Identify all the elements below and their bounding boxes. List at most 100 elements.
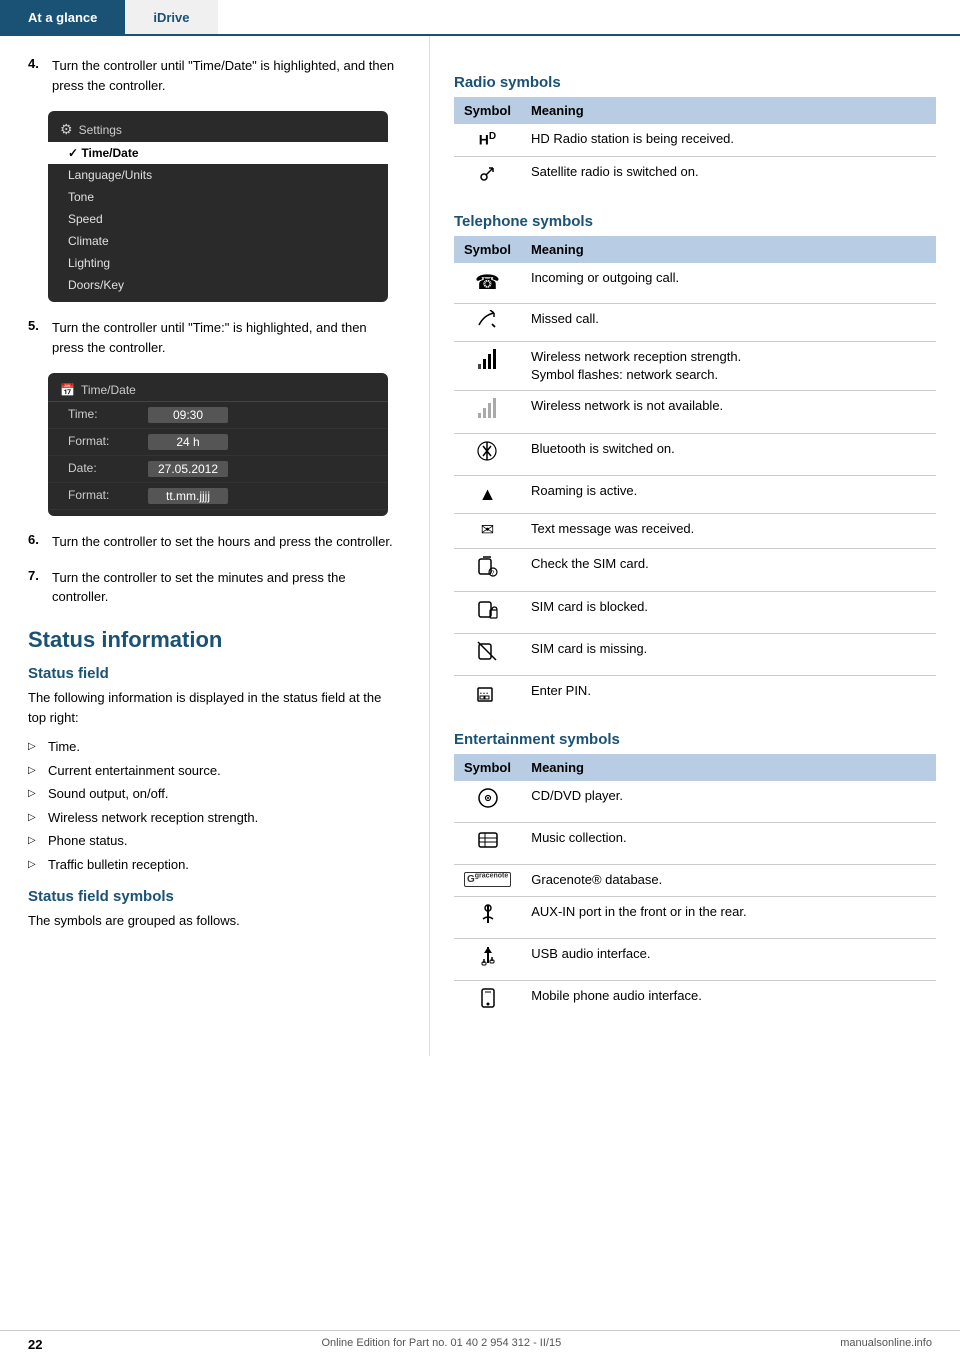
timedate-screenshot: 📅 Time/Date Time: 09:30 Format: 24 h Dat… bbox=[48, 373, 388, 516]
entertainment-symbols-title: Entertainment symbols bbox=[454, 731, 936, 748]
tel-meaning-wireless: Wireless network reception strength.Symb… bbox=[521, 342, 936, 391]
bullet-phone: Phone status. bbox=[28, 829, 401, 853]
cd-icon bbox=[477, 787, 499, 809]
tel-symbol-wireless bbox=[454, 342, 521, 391]
timedate-row-time: Time: 09:30 bbox=[48, 402, 388, 429]
tab-at-a-glance[interactable]: At a glance bbox=[0, 0, 125, 34]
ent-symbol-music bbox=[454, 823, 521, 865]
radio-symbols-table: Symbol Meaning HD HD Radio station is be… bbox=[454, 97, 936, 199]
step-7: 7. Turn the controller to set the minute… bbox=[28, 568, 401, 607]
ent-meaning-cd: CD/DVD player. bbox=[521, 781, 936, 823]
timedate-label-time: Time: bbox=[68, 407, 148, 423]
radio-col-symbol: Symbol bbox=[454, 97, 521, 124]
ent-row-cd: CD/DVD player. bbox=[454, 781, 936, 823]
settings-item-speed: Speed bbox=[48, 208, 388, 230]
tel-symbol-pin: • • • bbox=[454, 675, 521, 717]
status-field-symbols-para: The symbols are grouped as follows. bbox=[28, 911, 401, 932]
missed-call-icon bbox=[476, 310, 498, 328]
bullet-entertainment: Current entertainment source. bbox=[28, 759, 401, 783]
sim-missing-icon bbox=[476, 640, 498, 662]
step-5-num: 5. bbox=[28, 318, 48, 357]
timedate-value-time: 09:30 bbox=[148, 407, 228, 423]
ent-row-usb: USB audio interface. bbox=[454, 938, 936, 980]
tel-row-sms: ✉ Text message was received. bbox=[454, 513, 936, 548]
tel-symbol-sms: ✉ bbox=[454, 513, 521, 548]
page-footer: 22 Online Edition for Part no. 01 40 2 9… bbox=[0, 1330, 960, 1352]
settings-item-lang: Language/Units bbox=[48, 164, 388, 186]
tel-meaning-pin: Enter PIN. bbox=[521, 675, 936, 717]
enter-pin-icon: • • • bbox=[476, 682, 498, 704]
page-header: At a glance iDrive bbox=[0, 0, 960, 36]
settings-screenshot: ⚙ Settings Time/Date Language/Units Tone… bbox=[48, 111, 388, 302]
bullet-wireless: Wireless network reception strength. bbox=[28, 806, 401, 830]
radio-col-meaning: Meaning bbox=[521, 97, 936, 124]
ent-symbol-mobile bbox=[454, 981, 521, 1023]
settings-item-climate: Climate bbox=[48, 230, 388, 252]
ent-meaning-aux: AUX-IN port in the front or in the rear. bbox=[521, 896, 936, 938]
gear-icon: ⚙ bbox=[60, 121, 73, 138]
bullet-sound: Sound output, on/off. bbox=[28, 782, 401, 806]
timedate-row-date: Date: 27.05.2012 bbox=[48, 456, 388, 483]
check-sim-icon: ? bbox=[476, 555, 498, 577]
status-information-heading: Status information bbox=[28, 627, 401, 653]
tab-idrive-label: iDrive bbox=[153, 10, 189, 25]
tel-row-missed: Missed call. bbox=[454, 303, 936, 341]
tab-at-a-glance-label: At a glance bbox=[28, 10, 97, 25]
radio-meaning-satellite: Satellite radio is switched on. bbox=[521, 157, 936, 199]
telephone-symbols-title: Telephone symbols bbox=[454, 213, 936, 230]
music-icon bbox=[477, 829, 499, 851]
step-7-text: Turn the controller to set the minutes a… bbox=[52, 568, 401, 607]
tel-table-header: Symbol Meaning bbox=[454, 236, 936, 263]
tab-idrive[interactable]: iDrive bbox=[125, 0, 217, 34]
step-6-num: 6. bbox=[28, 532, 48, 552]
ent-col-meaning: Meaning bbox=[521, 754, 936, 781]
right-col-inner: Radio symbols Symbol Meaning HD HD Radio… bbox=[454, 56, 936, 1022]
tel-meaning-sms: Text message was received. bbox=[521, 513, 936, 548]
step-4: 4. Turn the controller until "Time/Date"… bbox=[28, 56, 401, 95]
tel-row-check-sim: ? Check the SIM card. bbox=[454, 549, 936, 591]
radio-symbol-hd: HD bbox=[454, 124, 521, 157]
ent-symbol-aux bbox=[454, 896, 521, 938]
settings-item-doors: Doors/Key bbox=[48, 274, 388, 296]
timedate-title: 📅 Time/Date bbox=[48, 379, 388, 402]
ent-meaning-mobile: Mobile phone audio interface. bbox=[521, 981, 936, 1023]
timedate-label-format2: Format: bbox=[68, 488, 148, 504]
settings-title: ⚙ Settings bbox=[48, 117, 388, 142]
right-column: Radio symbols Symbol Meaning HD HD Radio… bbox=[430, 36, 960, 1056]
ent-meaning-music: Music collection. bbox=[521, 823, 936, 865]
ent-meaning-gracenote: Gracenote® database. bbox=[521, 865, 936, 896]
timedate-row-format1: Format: 24 h bbox=[48, 429, 388, 456]
footer-online-text: Online Edition for Part no. 01 40 2 954 … bbox=[322, 1337, 562, 1352]
status-field-symbols-heading: Status field symbols bbox=[28, 888, 401, 905]
timedate-value-format2: tt.mm.jjjj bbox=[148, 488, 228, 504]
ent-row-music: Music collection. bbox=[454, 823, 936, 865]
ent-symbol-usb bbox=[454, 938, 521, 980]
step-7-num: 7. bbox=[28, 568, 48, 607]
timedate-value-format1: 24 h bbox=[148, 434, 228, 450]
tel-meaning-sim-blocked: SIM card is blocked. bbox=[521, 591, 936, 633]
settings-item-time-date: Time/Date bbox=[48, 142, 388, 164]
step-5-text: Turn the controller until "Time:" is hig… bbox=[52, 318, 401, 357]
radio-symbol-satellite bbox=[454, 157, 521, 199]
tel-symbol-sim-missing bbox=[454, 633, 521, 675]
tel-symbol-missed bbox=[454, 303, 521, 341]
status-field-para: The following information is displayed i… bbox=[28, 688, 401, 730]
tel-row-pin: • • • Enter PIN. bbox=[454, 675, 936, 717]
tel-meaning-sim-missing: SIM card is missing. bbox=[521, 633, 936, 675]
tel-symbol-bluetooth bbox=[454, 433, 521, 475]
timedate-value-date: 27.05.2012 bbox=[148, 461, 228, 477]
tel-meaning-bluetooth: Bluetooth is switched on. bbox=[521, 433, 936, 475]
gracenote-text: Ggracenote bbox=[464, 872, 511, 887]
footer-website: manualsonline.info bbox=[840, 1337, 932, 1352]
bluetooth-icon bbox=[477, 440, 497, 462]
timedate-label-format1: Format: bbox=[68, 434, 148, 450]
tel-symbol-no-wireless bbox=[454, 391, 521, 433]
tel-symbol-sim-blocked bbox=[454, 591, 521, 633]
tel-meaning-check-sim: Check the SIM card. bbox=[521, 549, 936, 591]
tel-row-sim-missing: SIM card is missing. bbox=[454, 633, 936, 675]
ent-symbol-gracenote: Ggracenote bbox=[454, 865, 521, 896]
tel-row-wireless: Wireless network reception strength.Symb… bbox=[454, 342, 936, 391]
tel-row-call: ☎ Incoming or outgoing call. bbox=[454, 263, 936, 304]
tel-meaning-call: Incoming or outgoing call. bbox=[521, 263, 936, 304]
tel-col-meaning: Meaning bbox=[521, 236, 936, 263]
